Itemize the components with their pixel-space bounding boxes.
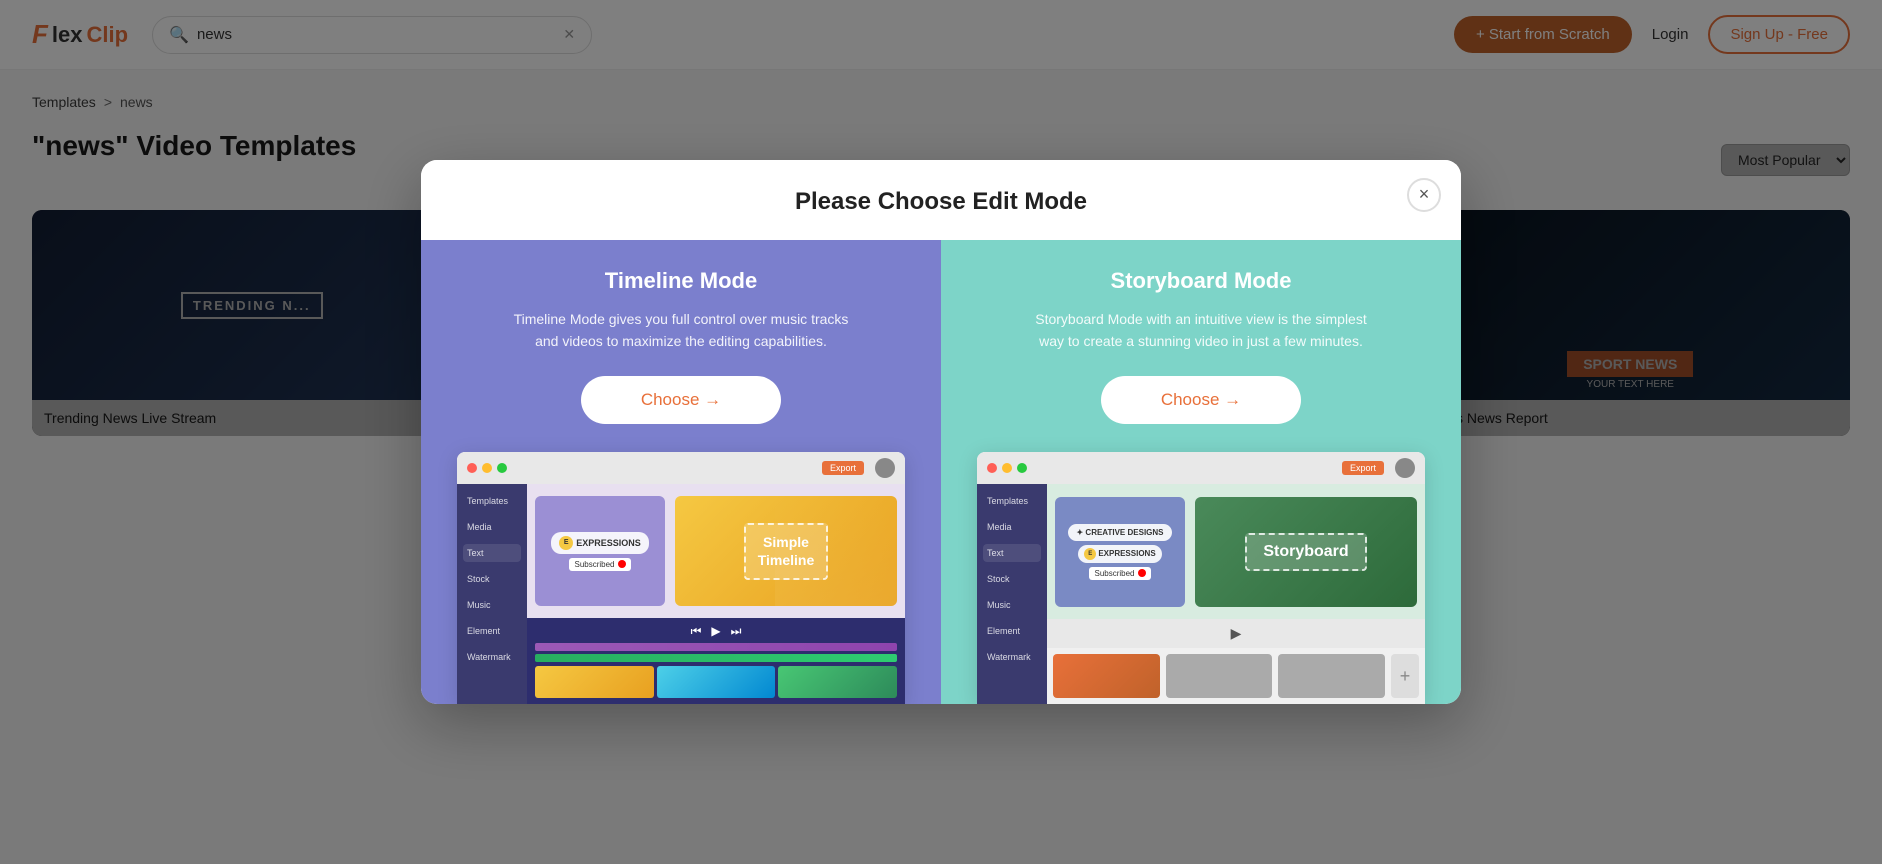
sidebar-stock: Stock: [463, 570, 521, 588]
dot-red: [987, 463, 997, 473]
sidebar-text: Text: [463, 544, 521, 562]
track-2: [535, 654, 897, 662]
yt-dot: [618, 560, 626, 568]
titlebar: Export: [977, 452, 1425, 484]
sidebar-templates: Templates: [463, 492, 521, 510]
modal-close-button[interactable]: ×: [1407, 178, 1441, 212]
sidebar-music: Music: [463, 596, 521, 614]
sidebar-media: Media: [983, 518, 1041, 536]
timeline-mode-title: Timeline Mode: [605, 268, 757, 294]
track-1: [535, 643, 897, 651]
left-panel: ✦ CREATIVE DESIGNS E EXPRESSIONS Subscri…: [1055, 497, 1185, 607]
sidebar-element: Element: [983, 622, 1041, 640]
thumb-1: [535, 666, 654, 698]
canvas-area: ✦ CREATIVE DESIGNS E EXPRESSIONS Subscri…: [1047, 484, 1425, 619]
mockup-body: Templates Media Text Stock Music Element…: [457, 484, 905, 704]
sidebar-stock: Stock: [983, 570, 1041, 588]
canvas-text: SimpleTimeline: [744, 523, 829, 579]
sb-thumb-2: [1166, 654, 1273, 698]
creative-logo: ✦ CREATIVE DESIGNS: [1068, 524, 1171, 541]
mockup-content: E EXPRESSIONS Subscribed SimpleTimeline: [527, 484, 905, 704]
export-badge: Export: [822, 461, 864, 475]
sidebar-music: Music: [983, 596, 1041, 614]
canvas-main: Storyboard: [1195, 497, 1417, 607]
modal-title: Please Choose Edit Mode: [421, 160, 1461, 240]
storyboard-mode-title: Storyboard Mode: [1111, 268, 1292, 294]
thumbnail-row: [535, 666, 897, 698]
timeline-preview: Export Templates Media Text Stock Music …: [457, 452, 905, 704]
export-badge: Export: [1342, 461, 1384, 475]
dot-green: [1017, 463, 1027, 473]
modal-body: Timeline Mode Timeline Mode gives you fu…: [421, 240, 1461, 705]
sidebar-watermark: Watermark: [463, 648, 521, 666]
sidebar-watermark: Watermark: [983, 648, 1041, 666]
subscribed-badge: Subscribed: [1089, 567, 1150, 580]
sidebar-element: Element: [463, 622, 521, 640]
timeline-mode-desc: Timeline Mode gives you full control ove…: [511, 308, 851, 353]
mockup-body: Templates Media Text Stock Music Element…: [977, 484, 1425, 704]
next-btn[interactable]: ⏭: [731, 624, 742, 639]
timeline-mode-panel: Timeline Mode Timeline Mode gives you fu…: [421, 240, 941, 705]
modal: Please Choose Edit Mode × Timeline Mode …: [421, 160, 1461, 705]
storyboard-strip: ▶: [1047, 619, 1425, 648]
timeline-choose-button[interactable]: Choose →: [581, 376, 781, 424]
mockup-sidebar: Templates Media Text Stock Music Element…: [977, 484, 1047, 704]
yt-dot: [1138, 569, 1146, 577]
modal-overlay: Please Choose Edit Mode × Timeline Mode …: [0, 0, 1882, 864]
canvas-text: Storyboard: [1245, 533, 1366, 571]
timeline-strip: ⏮ ▶ ⏭: [527, 618, 905, 704]
user-avatar: [1395, 458, 1415, 478]
storyboard-mode-desc: Storyboard Mode with an intuitive view i…: [1031, 308, 1371, 353]
user-avatar: [875, 458, 895, 478]
thumb-2: [657, 666, 776, 698]
dot-yellow: [482, 463, 492, 473]
sidebar-text: Text: [983, 544, 1041, 562]
dot-yellow: [1002, 463, 1012, 473]
thumb-3: [778, 666, 897, 698]
dot-green: [497, 463, 507, 473]
play-indicator[interactable]: ▶: [1231, 625, 1242, 642]
mockup-sidebar: Templates Media Text Stock Music Element…: [457, 484, 527, 704]
storyboard-preview: Export Templates Media Text Stock Music …: [977, 452, 1425, 704]
prev-btn[interactable]: ⏮: [691, 624, 702, 639]
mockup-content: ✦ CREATIVE DESIGNS E EXPRESSIONS Subscri…: [1047, 484, 1425, 704]
storyboard-mode-panel: Storyboard Mode Storyboard Mode with an …: [941, 240, 1461, 705]
expressions-logo: E EXPRESSIONS: [1078, 545, 1161, 563]
dot-red: [467, 463, 477, 473]
storyboard-choose-button[interactable]: Choose →: [1101, 376, 1301, 424]
play-btn[interactable]: ▶: [711, 624, 720, 639]
subscribed-badge: Subscribed: [569, 558, 630, 571]
add-thumb-btn[interactable]: +: [1391, 654, 1419, 698]
sidebar-templates: Templates: [983, 492, 1041, 510]
storyboard-thumbnails: +: [1047, 648, 1425, 704]
left-panel: E EXPRESSIONS Subscribed: [535, 496, 665, 606]
canvas-main: SimpleTimeline: [675, 496, 897, 606]
sb-thumb-1: [1053, 654, 1160, 698]
expressions-logo: E EXPRESSIONS: [551, 532, 649, 554]
sb-thumb-3: [1278, 654, 1385, 698]
canvas-area: E EXPRESSIONS Subscribed SimpleTimeline: [527, 484, 905, 618]
sidebar-media: Media: [463, 518, 521, 536]
titlebar: Export: [457, 452, 905, 484]
playback-controls: ⏮ ▶ ⏭: [535, 624, 897, 639]
